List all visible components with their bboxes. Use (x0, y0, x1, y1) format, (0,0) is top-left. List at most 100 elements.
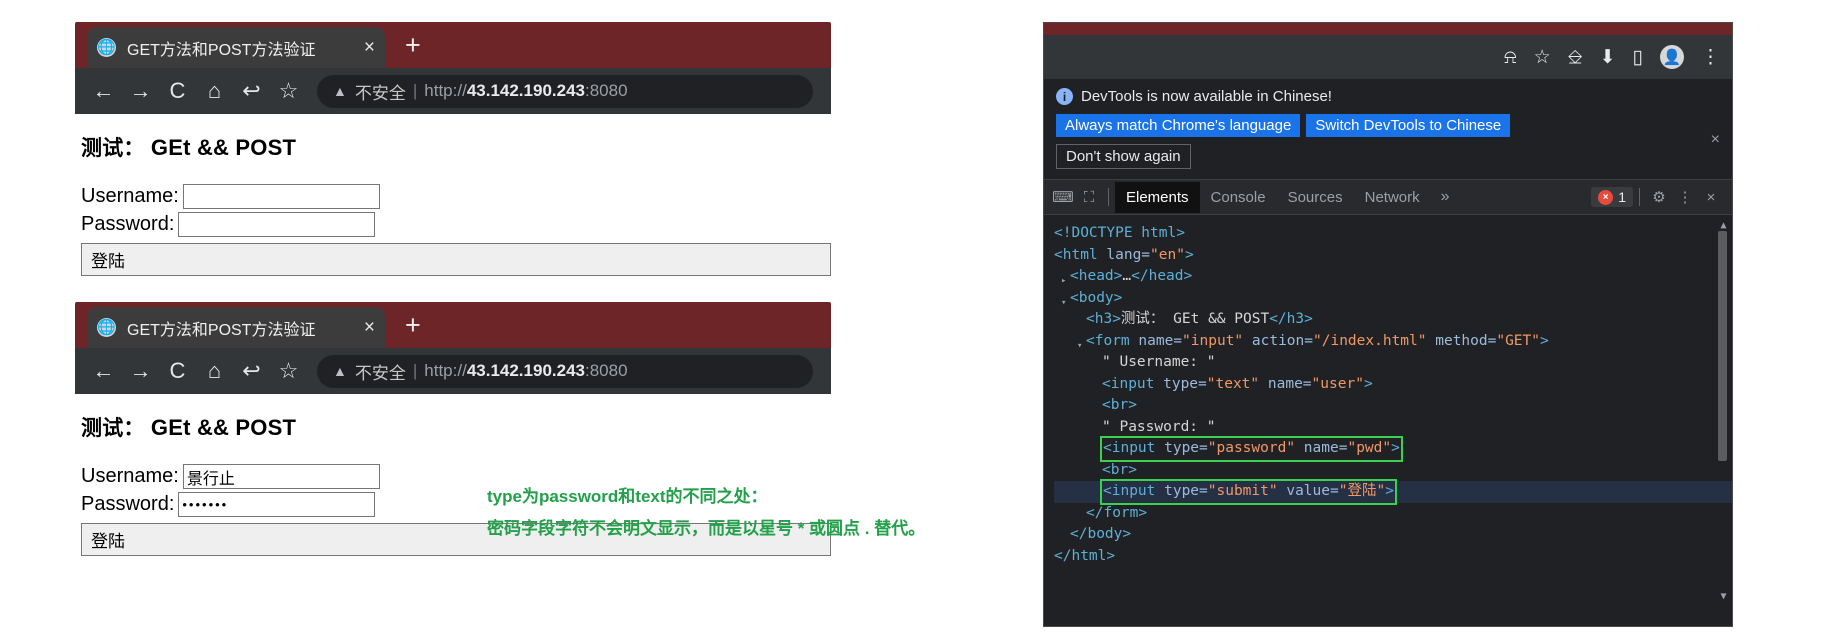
dom-line[interactable]: ▾ <form name="input" action="/index.html"… (1054, 331, 1732, 353)
tab-network[interactable]: Network (1354, 182, 1431, 213)
dom-line[interactable]: " Password: " (1054, 417, 1732, 439)
dom-line-content: <!DOCTYPE html> (1054, 225, 1185, 241)
home-icon[interactable]: ⌂ (196, 360, 233, 382)
dom-token-attr: name= (1295, 440, 1348, 456)
forward-icon[interactable]: → (122, 360, 159, 382)
profile-avatar-icon[interactable]: 👤 (1660, 45, 1684, 69)
dom-tree-scrollbar[interactable]: ▲ ▼ (1718, 215, 1729, 626)
chrome-menu-icon[interactable]: ⋮ (1701, 48, 1720, 67)
tab-sources[interactable]: Sources (1277, 182, 1354, 213)
page-heading-cn: 测试： (81, 417, 145, 440)
dom-token-val: "GET" (1496, 332, 1540, 349)
scrollbar-thumb[interactable] (1718, 231, 1727, 461)
close-tab-icon[interactable]: × (364, 317, 375, 339)
undo-icon[interactable]: ↩ (233, 80, 270, 102)
dom-line-content: <body> (1070, 290, 1122, 306)
dom-token-tag: > (1385, 483, 1394, 499)
reload-icon[interactable]: C (159, 80, 196, 102)
browser-tab[interactable]: 🌐 GET方法和POST方法验证 × (87, 307, 385, 348)
back-icon[interactable]: ← (85, 360, 122, 382)
dom-line[interactable]: " Username: " (1054, 352, 1732, 374)
device-toolbar-icon[interactable]: ⛶ (1076, 189, 1102, 206)
dom-token-val: "input" (1182, 332, 1244, 349)
dom-line[interactable]: </html> (1054, 546, 1732, 568)
home-icon[interactable]: ⌂ (196, 80, 233, 102)
bookmark-star-icon[interactable]: ☆ (270, 80, 307, 102)
address-bar[interactable]: ▲ 不安全 | http:// 43.142.190.243 :8080 (317, 354, 813, 388)
bookmark-star-icon[interactable]: ☆ (1534, 48, 1551, 67)
new-tab-button[interactable]: + (405, 312, 421, 339)
chrome-toolbar-right: ⍾ ☆ ⎒ ⬇ ▯ 👤 ⋮ (1044, 35, 1732, 79)
devtools-menu-icon[interactable]: ⋮ (1672, 188, 1698, 206)
dom-line[interactable]: ▸ <head>…</head> (1054, 266, 1732, 288)
dom-line[interactable]: <br> (1054, 460, 1732, 482)
dom-token-txt: " Password: " (1102, 418, 1216, 435)
dom-line-content: <br> (1102, 397, 1137, 413)
dont-show-again-button[interactable]: Don't show again (1056, 144, 1191, 169)
undo-icon[interactable]: ↩ (233, 360, 270, 382)
scroll-down-icon[interactable]: ▼ (1718, 586, 1729, 608)
dom-token-txt: 测试： GEt && POST (1120, 311, 1270, 327)
dom-line-content: <input type="password" name="pwd"> (1100, 436, 1403, 462)
error-count: 1 (1618, 189, 1626, 205)
globe-icon: 🌐 (97, 38, 116, 57)
dom-line[interactable]: <input type="password" name="pwd"> (1054, 436, 1732, 462)
browser-toolbar: ← → C ⌂ ↩ ☆ ▲ 不安全 | http:// 43.142.190.2… (75, 348, 831, 394)
dom-line[interactable]: <!DOCTYPE html> (1054, 223, 1732, 245)
dom-line[interactable]: <input type="text" name="user"> (1054, 374, 1732, 396)
dom-line[interactable]: ▾ <body> (1054, 288, 1732, 310)
browser-toolbar: ← → C ⌂ ↩ ☆ ▲ 不安全 | http:// 43.142.190.2… (75, 68, 831, 114)
side-panel-icon[interactable]: ▯ (1633, 48, 1643, 67)
bookmark-star-icon[interactable]: ☆ (270, 360, 307, 382)
dom-token-tag: </head> (1131, 268, 1193, 284)
url-port: :8080 (584, 361, 628, 380)
url-host: 43.142.190.243 (466, 361, 585, 380)
url-port: :8080 (584, 81, 628, 100)
crop-icon[interactable]: ⎒ (1568, 48, 1583, 67)
dom-line[interactable]: <br> (1054, 395, 1732, 417)
back-icon[interactable]: ← (85, 80, 122, 102)
dom-line[interactable]: </body> (1054, 524, 1732, 546)
dom-token-val: "en" (1150, 246, 1185, 263)
close-devtools-icon[interactable]: × (1698, 189, 1724, 206)
dom-line-content: <input type="submit" value="登陆"> (1100, 479, 1397, 505)
dom-line[interactable]: <input type="submit" value="登陆"> (1054, 479, 1732, 505)
inspect-element-icon[interactable]: ⌨ (1050, 188, 1076, 206)
address-bar[interactable]: ▲ 不安全 | http:// 43.142.190.243 :8080 (317, 74, 813, 108)
dom-line[interactable]: <html lang="en"> (1054, 245, 1732, 267)
always-match-language-button[interactable]: Always match Chrome's language (1056, 114, 1301, 137)
close-tab-icon[interactable]: × (364, 37, 375, 59)
dom-token-val: "登陆" (1338, 483, 1386, 499)
dom-line-content: </form> (1086, 505, 1147, 521)
dom-token-tag: > (1363, 375, 1373, 392)
dom-line[interactable]: </form> (1054, 503, 1732, 525)
forward-icon[interactable]: → (122, 80, 159, 102)
dom-line-content: </html> (1054, 548, 1115, 564)
switch-to-chinese-button[interactable]: Switch DevTools to Chinese (1306, 114, 1511, 137)
dom-tree-panel[interactable]: <!DOCTYPE html> <html lang="en"> ▸ <head>…<… (1044, 215, 1732, 626)
tab-strip: 🌐 GET方法和POST方法验证 × + (75, 22, 831, 68)
gear-icon[interactable]: ⚙ (1646, 188, 1672, 206)
close-notification-icon[interactable]: × (1711, 131, 1720, 149)
password-input[interactable]: ••••••• (178, 492, 376, 517)
error-count-badge[interactable]: × 1 (1591, 187, 1633, 207)
reload-icon[interactable]: C (159, 360, 196, 382)
new-tab-button[interactable]: + (405, 32, 421, 59)
submit-button[interactable]: 登陆 (81, 243, 831, 276)
dom-token-tag: <html (1054, 246, 1107, 263)
download-icon[interactable]: ⬇ (1600, 48, 1616, 67)
share-icon[interactable]: ⍾ (1504, 48, 1517, 67)
notification-buttons: Always match Chrome's language Switch De… (1056, 114, 1720, 137)
username-input[interactable] (182, 184, 380, 209)
dom-token-attr: method= (1426, 332, 1497, 349)
more-tabs-icon[interactable]: » (1431, 188, 1460, 206)
dom-line-content: " Username: " (1102, 354, 1216, 370)
password-input[interactable] (178, 212, 376, 237)
dom-token-tag: <head> (1070, 268, 1123, 284)
browser-tab[interactable]: 🌐 GET方法和POST方法验证 × (87, 27, 385, 68)
tab-elements[interactable]: Elements (1115, 181, 1200, 213)
dom-token-tag: <input (1102, 375, 1164, 392)
tab-console[interactable]: Console (1200, 182, 1277, 213)
dom-line[interactable]: <h3>测试： GEt && POST</h3> (1054, 309, 1732, 331)
username-input[interactable]: 景行止 (182, 464, 380, 489)
